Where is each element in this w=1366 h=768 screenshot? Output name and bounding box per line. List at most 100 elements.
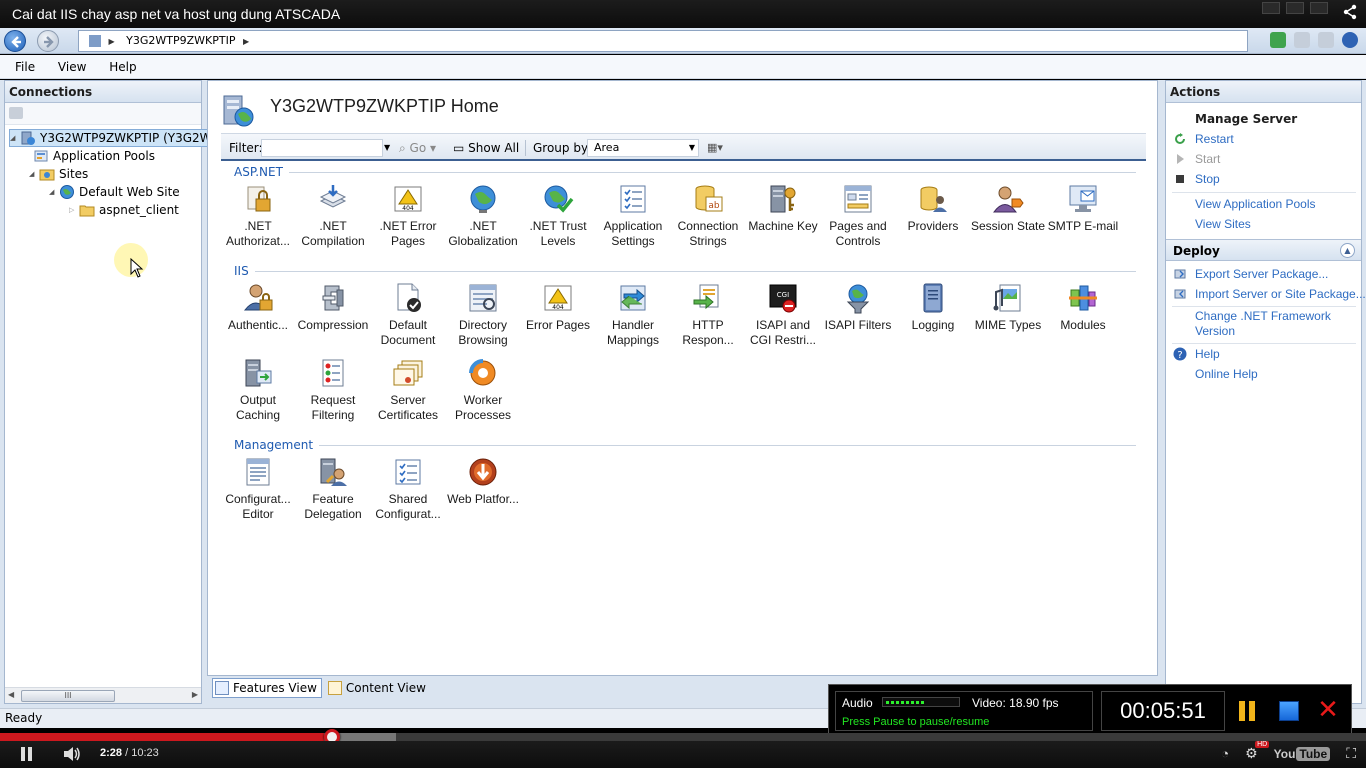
video-progress-bar[interactable] xyxy=(0,729,1366,745)
youtube-logo[interactable]: You Tube xyxy=(1274,746,1331,761)
change-framework-link[interactable]: Change .NET Framework Version xyxy=(1195,309,1355,339)
address-bar: ▶ Y3G2WTP9ZWKPTIP ▶ xyxy=(0,28,1366,54)
stop-link[interactable]: Stop xyxy=(1195,172,1220,187)
collapse-up-icon[interactable]: ▲ xyxy=(1340,243,1355,258)
feature-default-document[interactable]: Default Document xyxy=(369,282,447,348)
tab-content-view[interactable]: Content View xyxy=(326,678,430,698)
tree-item-aspnet-client[interactable]: ▷ aspnet_client xyxy=(69,201,179,219)
feature-shared-configurat[interactable]: Shared Configurat... xyxy=(369,456,447,522)
home-icon[interactable] xyxy=(1318,32,1334,48)
collapse-arrow-icon[interactable]: ◢ xyxy=(10,129,20,147)
tree-item-server[interactable]: ◢ Y3G2WTP9ZWKPTIP (Y3G2WT xyxy=(9,129,224,147)
scroll-left-icon[interactable]: ◀ xyxy=(8,690,14,699)
feature-isapi-filters[interactable]: ISAPI Filters xyxy=(819,282,897,333)
feature-mime-types[interactable]: MIME Types xyxy=(969,282,1047,333)
minimize-button[interactable] xyxy=(1262,2,1280,14)
restart-link[interactable]: Restart xyxy=(1195,132,1234,147)
export-server-package-link[interactable]: Export Server Package... xyxy=(1195,267,1328,282)
recorder-close-button[interactable]: ✕ xyxy=(1315,697,1341,723)
close-button[interactable] xyxy=(1310,2,1328,14)
breadcrumb-server[interactable]: Y3G2WTP9ZWKPTIP xyxy=(126,34,235,47)
fullscreen-icon[interactable]: ⛶ xyxy=(1346,745,1356,762)
expand-arrow-icon[interactable]: ▷ xyxy=(69,201,79,219)
online-help-link[interactable]: Online Help xyxy=(1195,367,1258,382)
feature-configurat-editor[interactable]: Configurat... Editor xyxy=(219,456,297,522)
feature-session-state[interactable]: Session State xyxy=(969,183,1047,234)
feature-server-certificates[interactable]: Server Certificates xyxy=(369,357,447,423)
maximize-button[interactable] xyxy=(1286,2,1304,14)
collapse-arrow-icon[interactable]: ◢ xyxy=(29,165,39,183)
forward-button[interactable] xyxy=(37,30,59,52)
recorder-stop-button[interactable] xyxy=(1279,701,1299,721)
video-title[interactable]: Cai dat IIS chay asp net va host ung dun… xyxy=(12,6,340,22)
settings-gear-icon[interactable]: ⚙ HD xyxy=(1245,741,1270,762)
connect-icon[interactable] xyxy=(9,107,23,119)
feature-net-trust-levels[interactable]: .NET Trust Levels xyxy=(519,183,597,249)
connections-horizontal-scrollbar[interactable]: ◀ III ▶ xyxy=(5,687,201,703)
share-icon[interactable] xyxy=(1342,4,1358,20)
feature-smtp-e-mail[interactable]: SMTP E-mail xyxy=(1044,183,1122,234)
show-all-button[interactable]: ▭ Show All xyxy=(453,134,519,162)
collapse-arrow-icon[interactable]: ◢ xyxy=(49,183,59,201)
tab-features-view[interactable]: Features View xyxy=(212,678,322,698)
feature-isapi-and-cgi-restri[interactable]: CGI ISAPI and CGI Restri... xyxy=(744,282,822,348)
feature-handler-mappings[interactable]: Handler Mappings xyxy=(594,282,672,348)
back-button[interactable] xyxy=(4,30,26,52)
feature-request-filtering[interactable]: Request Filtering xyxy=(294,357,372,423)
start-link[interactable]: Start xyxy=(1195,152,1220,167)
go-button[interactable]: ⌕ Go ▾ xyxy=(399,134,436,162)
view-application-pools-link[interactable]: View Application Pools xyxy=(1195,197,1316,212)
folder-icon xyxy=(79,205,95,217)
import-package-link[interactable]: Import Server or Site Package... xyxy=(1195,287,1366,302)
feature-providers[interactable]: Providers xyxy=(894,183,972,234)
feature-compression[interactable]: Compression xyxy=(294,282,372,333)
feature-authentic[interactable]: Authentic... xyxy=(219,282,297,333)
help-dropdown-icon[interactable] xyxy=(1342,32,1358,48)
watch-later-icon[interactable]: ◔ xyxy=(1221,746,1229,761)
group-header-aspnet[interactable]: ASP.NET xyxy=(234,165,1136,179)
tree-item-default-web-site[interactable]: ◢ Default Web Site xyxy=(49,183,180,201)
view-mode-icon[interactable]: ▦▾ xyxy=(707,134,723,162)
group-header-management[interactable]: Management xyxy=(234,438,1136,452)
feature-net-compilation[interactable]: .NET Compilation xyxy=(294,183,372,249)
feature-http-respon[interactable]: HTTP Respon... xyxy=(669,282,747,348)
scroll-right-icon[interactable]: ▶ xyxy=(192,690,198,699)
feature-web-platfor[interactable]: Web Platfor... xyxy=(444,456,522,507)
feature-label: Shared Configurat... xyxy=(375,492,441,521)
help-link[interactable]: Help xyxy=(1195,347,1220,362)
deploy-header[interactable]: Deploy ▲ xyxy=(1166,239,1361,261)
feature-net-globalization[interactable]: .NET Globalization xyxy=(444,183,522,249)
breadcrumb[interactable]: ▶ Y3G2WTP9ZWKPTIP ▶ xyxy=(78,30,1248,52)
group-by-select[interactable]: Area ▼ xyxy=(587,139,699,157)
volume-icon[interactable] xyxy=(62,746,82,762)
export-icon xyxy=(1174,269,1186,279)
feature-connection-strings[interactable]: ab Connection Strings xyxy=(669,183,747,249)
group-header-iis[interactable]: IIS xyxy=(234,264,1136,278)
chevron-right-icon[interactable]: ▶ xyxy=(243,37,249,46)
feature-net-error-pages[interactable]: 404 .NET Error Pages xyxy=(369,183,447,249)
pause-button[interactable] xyxy=(20,747,34,761)
tree-item-application-pools[interactable]: Application Pools xyxy=(33,147,155,165)
feature-application-settings[interactable]: Application Settings xyxy=(594,183,672,249)
menu-view[interactable]: View xyxy=(58,60,86,74)
feature-machine-key[interactable]: Machine Key xyxy=(744,183,822,234)
feature-net-authorizat[interactable]: .NET Authorizat... xyxy=(219,183,297,249)
feature-output-caching[interactable]: Output Caching xyxy=(219,357,297,423)
tree-item-sites[interactable]: ◢ Sites xyxy=(29,165,88,183)
feature-directory-browsing[interactable]: Directory Browsing xyxy=(444,282,522,348)
filter-input[interactable] xyxy=(261,139,383,157)
feature-pages-and-controls[interactable]: Pages and Controls xyxy=(819,183,897,249)
stop-load-icon[interactable] xyxy=(1294,32,1310,48)
feature-worker-processes[interactable]: Worker Processes xyxy=(444,357,522,423)
feature-error-pages[interactable]: 404 Error Pages xyxy=(519,282,597,333)
feature-feature-delegation[interactable]: Feature Delegation xyxy=(294,456,372,522)
view-sites-link[interactable]: View Sites xyxy=(1195,217,1251,232)
menu-help[interactable]: Help xyxy=(109,60,136,74)
recorder-pause-button[interactable] xyxy=(1239,701,1257,721)
feature-logging[interactable]: Logging xyxy=(894,282,972,333)
scroll-thumb[interactable]: III xyxy=(21,690,115,702)
filter-dropdown-icon[interactable]: ▼ xyxy=(384,134,390,162)
menu-file[interactable]: File xyxy=(15,60,35,74)
feature-modules[interactable]: Modules xyxy=(1044,282,1122,333)
refresh-icon[interactable] xyxy=(1270,32,1286,48)
